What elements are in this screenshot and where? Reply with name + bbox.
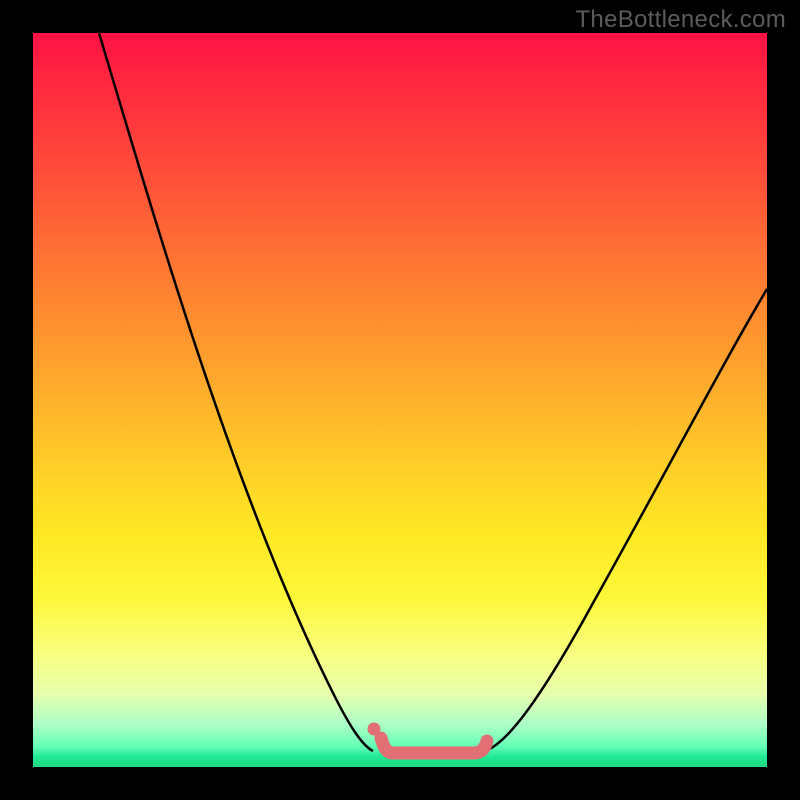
chart-frame: TheBottleneck.com [0, 0, 800, 800]
flat-bottom [381, 738, 487, 753]
bottleneck-curve-layer [33, 33, 767, 767]
plot-area [33, 33, 767, 767]
curve-left [99, 33, 373, 751]
watermark-text: TheBottleneck.com [575, 6, 786, 34]
curve-right [485, 289, 767, 751]
flat-start-dot [368, 723, 381, 736]
